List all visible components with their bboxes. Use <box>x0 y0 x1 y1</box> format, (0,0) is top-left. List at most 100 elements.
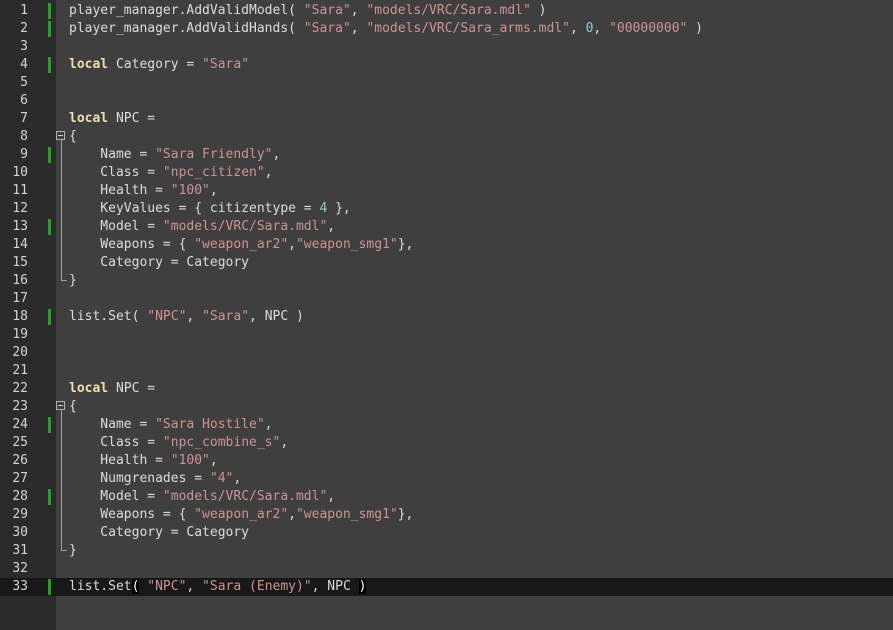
line-number: 32 <box>12 561 28 576</box>
code-line[interactable]: 19 <box>0 326 893 344</box>
code-line[interactable]: 32 <box>0 560 893 578</box>
string-token: "Sara" <box>303 21 351 36</box>
string-token: "NPC" <box>147 579 187 594</box>
code-line-current[interactable]: 33 list.Set( "NPC", "Sara (Enemy)", NPC ) <box>0 578 893 596</box>
code-text: player_manager.AddValidHands( "Sara", "m… <box>69 20 703 38</box>
code-line[interactable]: 29 Weapons = { "weapon_ar2","weapon_smg1… <box>0 506 893 524</box>
string-token: "weapon_ar2" <box>194 507 289 522</box>
code-text: Weapons = { "weapon_ar2","weapon_smg1"}, <box>69 236 413 254</box>
code-token: NPC = <box>108 381 156 396</box>
code-token: , <box>209 453 218 468</box>
code-line[interactable]: 22 local NPC = <box>0 380 893 398</box>
code-token: , <box>327 489 336 504</box>
code-text: Class = "npc_citizen", <box>69 164 272 182</box>
code-line[interactable]: 10 Class = "npc_citizen", <box>0 164 893 182</box>
code-text: local NPC = <box>69 380 155 398</box>
code-text: Health = "100", <box>69 182 217 200</box>
code-token: Health = <box>69 453 171 468</box>
fold-guide <box>61 182 62 200</box>
code-line[interactable]: 27 Numgrenades = "4", <box>0 470 893 488</box>
keyword-token: local <box>69 111 109 126</box>
code-line[interactable]: 21 <box>0 362 893 380</box>
line-number: 14 <box>12 237 28 252</box>
code-line[interactable]: 16} <box>0 272 893 290</box>
code-line[interactable]: 2 player_manager.AddValidHands( "Sara", "… <box>0 20 893 38</box>
code-line[interactable]: 28 Model = "models/VRC/Sara.mdl", <box>0 488 893 506</box>
code-token: , <box>233 471 242 486</box>
code-line[interactable]: 14 Weapons = { "weapon_ar2","weapon_smg1… <box>0 236 893 254</box>
line-number: 19 <box>12 327 28 342</box>
code-token: , <box>350 3 367 18</box>
code-line[interactable]: 15 Category = Category <box>0 254 893 272</box>
code-token: , NPC ) <box>249 309 304 324</box>
code-text: Numgrenades = "4", <box>69 470 241 488</box>
code-token: } <box>69 543 77 558</box>
code-line[interactable]: 24 Name = "Sara Hostile", <box>0 416 893 434</box>
code-line[interactable]: 3 <box>0 38 893 56</box>
code-line[interactable]: 5 <box>0 74 893 92</box>
code-token: ) <box>530 3 547 18</box>
code-token: , <box>186 309 203 324</box>
code-editor[interactable]: 1 player_manager.AddValidModel( "Sara", "… <box>0 0 893 630</box>
code-line[interactable]: 1 player_manager.AddValidModel( "Sara", "… <box>0 2 893 20</box>
code-line[interactable]: 8{ <box>0 128 893 146</box>
code-line[interactable]: 11 Health = "100", <box>0 182 893 200</box>
code-token: , <box>593 21 610 36</box>
code-line[interactable]: 17 <box>0 290 893 308</box>
code-line[interactable]: 18 list.Set( "NPC", "Sara", NPC ) <box>0 308 893 326</box>
line-number: 15 <box>12 255 28 270</box>
code-area[interactable]: 1 player_manager.AddValidModel( "Sara", "… <box>0 2 893 596</box>
code-line[interactable]: 26 Health = "100", <box>0 452 893 470</box>
code-token: , <box>280 435 289 450</box>
fold-guide <box>61 434 62 452</box>
code-text: { <box>69 398 77 416</box>
string-token: "weapon_smg1" <box>295 507 398 522</box>
code-line[interactable]: 20 <box>0 344 893 362</box>
line-number: 13 <box>12 219 28 234</box>
code-line[interactable]: 6 <box>0 92 893 110</box>
code-token: Model = <box>69 219 163 234</box>
code-line[interactable]: 31} <box>0 542 893 560</box>
line-number: 21 <box>12 363 28 378</box>
code-token: } <box>69 273 77 288</box>
fold-guide <box>61 452 62 470</box>
code-line[interactable]: 25 Class = "npc_combine_s", <box>0 434 893 452</box>
line-number: 28 <box>12 489 28 504</box>
line-number: 33 <box>12 579 28 594</box>
code-line[interactable]: 23 { <box>0 398 893 416</box>
code-line[interactable]: 7 local NPC = <box>0 110 893 128</box>
code-line[interactable]: 4 local Category = "Sara" <box>0 56 893 74</box>
fold-toggle-icon[interactable] <box>56 131 65 140</box>
code-token: , <box>264 417 273 432</box>
line-number: 26 <box>12 453 28 468</box>
fold-toggle-icon[interactable] <box>56 401 65 410</box>
line-number: 8 <box>20 129 28 144</box>
line-number: 12 <box>12 201 28 216</box>
change-marker <box>48 3 51 19</box>
change-marker <box>48 147 51 163</box>
fold-guide <box>61 236 62 254</box>
code-text: Weapons = { "weapon_ar2","weapon_smg1"}, <box>69 506 413 524</box>
string-token: "models/VRC/Sara.mdl" <box>162 219 328 234</box>
line-number: 2 <box>20 21 28 36</box>
code-text: list.Set( "NPC", "Sara", NPC ) <box>69 308 304 326</box>
code-text: Name = "Sara Friendly", <box>69 146 280 164</box>
code-line[interactable]: 13 Model = "models/VRC/Sara.mdl", <box>0 218 893 236</box>
code-text: Class = "npc_combine_s", <box>69 434 288 452</box>
code-line[interactable]: 9 Name = "Sara Friendly", <box>0 146 893 164</box>
keyword-token: local <box>69 57 109 72</box>
string-token: "npc_combine_s" <box>162 435 281 450</box>
fold-end-guide <box>61 272 67 281</box>
line-number: 5 <box>20 75 28 90</box>
code-line[interactable]: 12 KeyValues = { citizentype = 4 }, <box>0 200 893 218</box>
string-token: "weapon_smg1" <box>295 237 398 252</box>
code-line[interactable]: 30 Category = Category <box>0 524 893 542</box>
code-text: local NPC = <box>69 110 155 128</box>
code-text: } <box>69 542 77 560</box>
string-token: "100" <box>170 183 210 198</box>
code-text: Name = "Sara Hostile", <box>69 416 273 434</box>
fold-guide <box>61 254 62 272</box>
line-number: 11 <box>12 183 28 198</box>
line-number: 31 <box>12 543 28 558</box>
line-number: 29 <box>12 507 28 522</box>
